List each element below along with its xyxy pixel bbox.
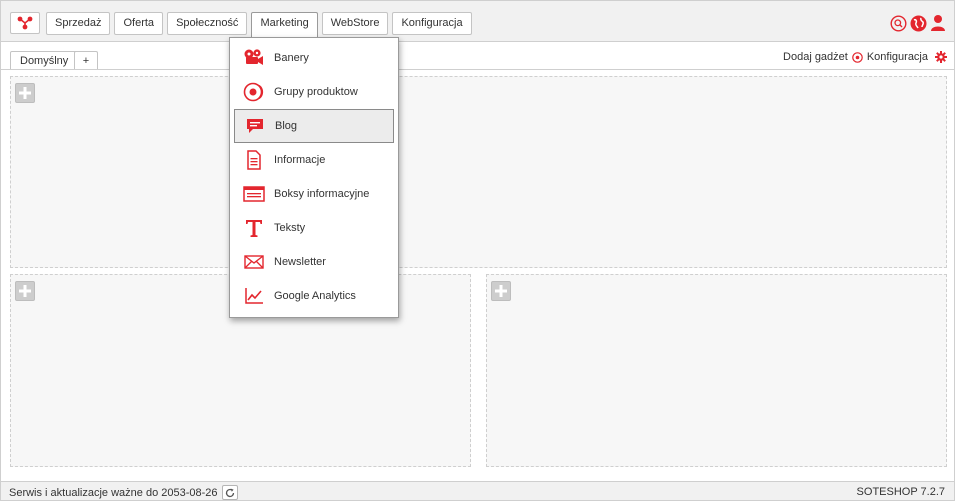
config-link[interactable]: Konfiguracja	[867, 51, 928, 63]
tab-add-button[interactable]: +	[74, 51, 98, 70]
add-gadget-button[interactable]	[15, 281, 35, 301]
document-icon	[242, 148, 266, 172]
globe-icon[interactable]	[910, 15, 927, 32]
info-box-icon	[242, 182, 266, 206]
tab-divider	[1, 69, 954, 70]
gadget-zone-bottom-right	[486, 274, 947, 467]
menu-item-grupy-produktow[interactable]: Grupy produktow	[234, 75, 394, 109]
logo-icon	[17, 16, 33, 30]
menu-item-informacje[interactable]: Informacje	[234, 143, 394, 177]
blog-icon	[243, 114, 267, 138]
top-navigation-bar: Sprzedaż Oferta Społeczność Marketing We…	[1, 1, 954, 42]
refresh-button[interactable]	[221, 485, 238, 500]
menu-item-banery[interactable]: Banery	[234, 41, 394, 75]
menu-item-teksty[interactable]: Teksty	[234, 211, 394, 245]
text-icon	[242, 216, 266, 240]
menu-item-label: Grupy produktow	[274, 86, 358, 98]
menu-item-label: Google Analytics	[274, 290, 356, 302]
chart-line-icon	[242, 284, 266, 308]
nav-webstore[interactable]: WebStore	[321, 12, 389, 35]
menu-item-newsletter[interactable]: Newsletter	[234, 245, 394, 279]
version-label: SOTESHOP 7.2.7	[856, 486, 945, 498]
plus-icon	[19, 87, 31, 99]
menu-item-label: Boksy informacyjne	[274, 188, 370, 200]
menu-item-label: Teksty	[274, 222, 306, 234]
menu-item-boksy-informacyjne[interactable]: Boksy informacyjne	[234, 177, 394, 211]
main-menu: Sprzedaż Oferta Społeczność Marketing We…	[46, 12, 476, 38]
add-gadget-button[interactable]	[491, 281, 511, 301]
menu-item-blog[interactable]: Blog	[234, 109, 394, 143]
plus-icon	[19, 285, 31, 297]
gadget-zone-top	[10, 76, 947, 268]
nav-oferta[interactable]: Oferta	[114, 12, 164, 35]
product-groups-icon	[242, 80, 266, 104]
status-left: Serwis i aktualizacje ważne do 2053-08-2…	[9, 485, 238, 500]
menu-item-label: Banery	[274, 52, 309, 64]
tab-domyslny[interactable]: Domyślny	[10, 51, 79, 70]
top-right-icons	[890, 14, 946, 32]
nav-spolecznosc[interactable]: Społeczność	[167, 12, 248, 35]
plus-icon	[495, 285, 507, 297]
add-gadget-link[interactable]: Dodaj gadżet	[783, 51, 848, 63]
marketing-dropdown-menu: Banery Grupy produktow Blog Informacje B…	[229, 37, 399, 318]
status-bar: Serwis i aktualizacje ważne do 2053-08-2…	[1, 481, 954, 500]
nav-konfiguracja[interactable]: Konfiguracja	[392, 12, 472, 35]
nav-sprzedaz[interactable]: Sprzedaż	[46, 12, 111, 35]
envelope-icon	[242, 250, 266, 274]
nav-marketing[interactable]: Marketing	[251, 12, 318, 38]
menu-item-label: Blog	[275, 120, 298, 132]
user-icon[interactable]	[930, 14, 946, 32]
add-gadget-button[interactable]	[15, 83, 35, 103]
gear-icon[interactable]	[935, 51, 947, 63]
refresh-icon	[225, 488, 234, 497]
menu-item-label: Newsletter	[274, 256, 326, 268]
menu-item-label: Informacje	[274, 154, 326, 166]
app-window: Sprzedaż Oferta Społeczność Marketing We…	[0, 0, 955, 501]
banner-icon	[242, 46, 266, 70]
home-logo-button[interactable]	[10, 12, 40, 34]
add-circle-icon[interactable]	[852, 51, 863, 63]
search-icon[interactable]	[890, 14, 907, 32]
license-text: Serwis i aktualizacje ważne do 2053-08-2…	[9, 486, 218, 499]
menu-item-google-analytics[interactable]: Google Analytics	[234, 279, 394, 313]
dashboard-actions: Dodaj gadżet Konfiguracja	[783, 51, 947, 63]
